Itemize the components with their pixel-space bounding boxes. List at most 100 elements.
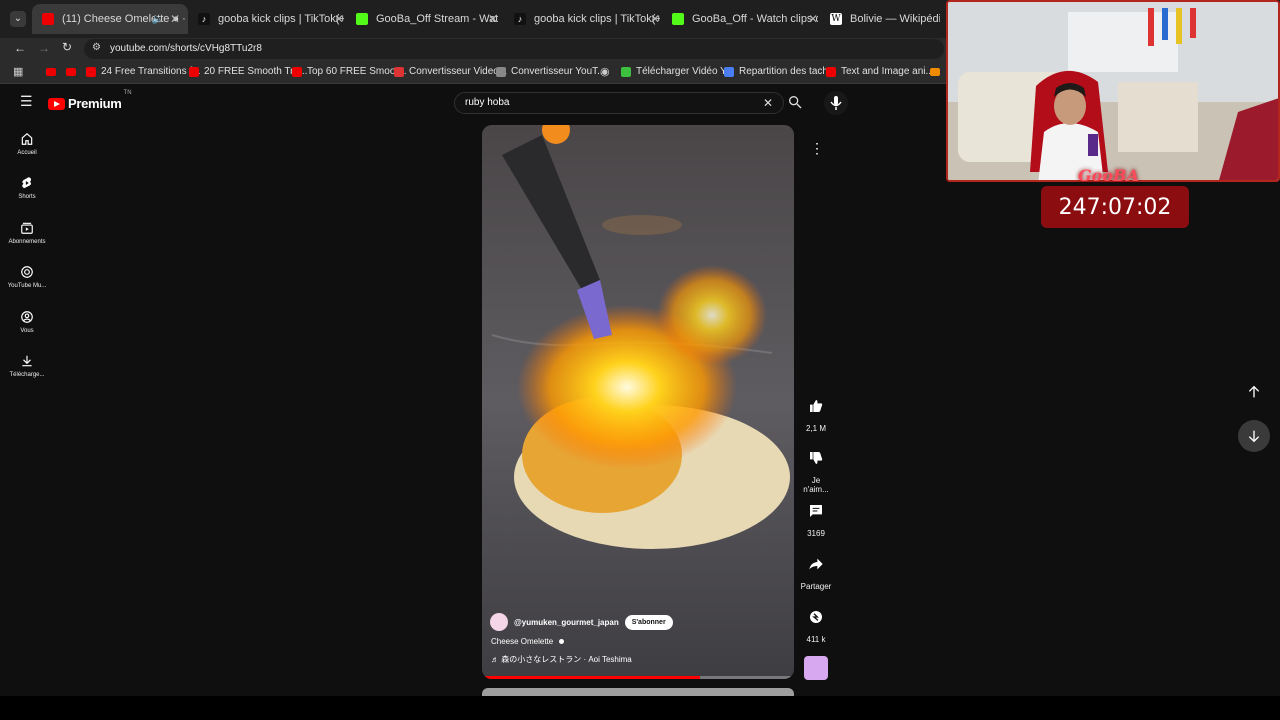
share-button[interactable]: Partager (798, 550, 834, 591)
menu-icon[interactable]: ☰ (20, 93, 33, 110)
next-short-preview (482, 688, 794, 696)
like-button[interactable]: 2,1 M (798, 392, 834, 433)
close-icon[interactable]: ✕ (170, 12, 180, 26)
close-icon[interactable]: ✕ (488, 12, 498, 26)
kick-favicon-icon (356, 13, 368, 25)
dislike-label: Je n'aim... (803, 476, 829, 494)
download-icon (22, 355, 32, 367)
youtube-favicon-icon (292, 66, 302, 77)
sidebar-item-youtube-music[interactable]: YouTube Mu... (4, 265, 50, 289)
close-icon[interactable]: ✕ (650, 12, 660, 26)
bookmark-item[interactable]: 24 Free Transitions f... (86, 66, 201, 77)
tab-title: GooBa_Off - Watch clips on Kic (692, 13, 818, 25)
webcam-overlay (946, 0, 1280, 182)
progress-track[interactable] (482, 676, 794, 679)
bookmark-item[interactable]: Repartition des tach... (724, 66, 836, 77)
more-options-icon[interactable]: ⋮ (810, 140, 824, 157)
tab-title: gooba kick clips | TikTok(+99) (218, 13, 344, 25)
close-icon[interactable]: ✕ (808, 12, 818, 26)
dislike-button[interactable]: Je n'aim... (798, 444, 834, 494)
subscriptions-icon (21, 222, 33, 234)
search-box[interactable]: ✕ (454, 92, 784, 114)
tab-list-chevron-icon[interactable]: ⌄ (10, 11, 26, 27)
voice-search-icon[interactable] (824, 91, 848, 115)
comments-button[interactable]: 3169 (798, 497, 834, 538)
bookmark-item[interactable]: Top 60 FREE Smoot... (292, 66, 407, 77)
progress-fill (482, 676, 701, 679)
sidebar-item-shorts[interactable]: Shorts (4, 176, 50, 200)
short-video-player[interactable]: @yumuken_gourmet_japan S'abonner Cheese … (482, 125, 794, 679)
url-field[interactable]: ⚙ youtube.com/shorts/cVHg8TTu2r8 (84, 39, 944, 59)
sidebar-item-abonnements[interactable]: Abonnements (4, 221, 50, 245)
bookmark-item[interactable]: Text and Image ani... (826, 66, 934, 77)
kick-favicon-icon (672, 13, 684, 25)
tab-kick-stream[interactable]: GooBa_Off Stream - Watch Live ✕ (356, 8, 498, 30)
bookmark-item[interactable]: Convertisseur Video... (394, 66, 507, 77)
streamer-name: GooBA (1078, 166, 1139, 185)
like-count: 2,1 M (805, 424, 826, 433)
video-frame (482, 125, 794, 679)
logo-text: Premium (68, 96, 122, 111)
bookmark-youtube-icon[interactable] (46, 68, 56, 76)
tab-title: gooba kick clips | TikTok(+99) (534, 13, 660, 25)
remix-count: 411 k (806, 635, 826, 644)
tab-tiktok-2[interactable]: ♪ gooba kick clips | TikTok(+99) ✕ (514, 8, 660, 30)
sidebar-item-accueil[interactable]: Accueil (4, 132, 50, 156)
tiktok-favicon-icon: ♪ (198, 13, 210, 25)
arrow-down-icon (1248, 430, 1260, 443)
download-favicon-icon (621, 66, 631, 77)
speaker-icon: 🔈 (151, 13, 164, 25)
clear-search-icon[interactable]: ✕ (763, 96, 773, 110)
remix-button[interactable]: 411 k (798, 603, 834, 644)
next-short-button[interactable] (1238, 420, 1270, 452)
bookmark-item[interactable]: 20 FREE Smooth Tra... (189, 66, 307, 77)
channel-name[interactable]: @yumuken_gourmet_japan (514, 618, 619, 627)
close-icon[interactable]: ✕ (334, 12, 344, 26)
comment-count: 3169 (807, 529, 825, 538)
tab-tiktok-1[interactable]: ♪ gooba kick clips | TikTok(+99) ✕ (198, 8, 344, 30)
apps-grid-icon[interactable]: ▦ (13, 65, 23, 78)
sound-thumbnail[interactable] (804, 656, 828, 680)
bookmark-overflow-icon[interactable] (930, 68, 940, 76)
tab-title: Bolivie — Wikipédia (850, 13, 940, 25)
home-icon (21, 132, 33, 145)
shorts-icon (22, 177, 32, 189)
thumbs-up-icon (810, 400, 823, 412)
share-label: Partager (800, 582, 832, 591)
remix-icon (810, 611, 822, 623)
youtube-play-icon (48, 97, 65, 110)
tab-youtube-short[interactable]: (11) Cheese Omelette ● · Y 🔈 ✕ (32, 4, 188, 34)
previous-short-button[interactable] (1238, 376, 1270, 408)
bookmark-item[interactable]: Télécharger Vidéo Y... (621, 66, 734, 77)
youtube-favicon-icon (189, 66, 199, 77)
reload-icon[interactable]: ↻ (62, 40, 72, 54)
site-info-icon[interactable]: ⚙ (92, 42, 101, 53)
tab-kick-clips[interactable]: GooBa_Off - Watch clips on Kic ✕ (672, 8, 818, 30)
bookmark-item[interactable]: Convertisseur YouT... (496, 66, 606, 77)
search-input[interactable] (465, 97, 745, 108)
youtube-music-icon (21, 266, 33, 278)
account-icon (21, 311, 33, 323)
short-title: Cheese Omelette (491, 637, 564, 646)
stream-timer: 247:07:02 (1041, 186, 1189, 228)
tab-wikipedia[interactable]: W Bolivie — Wikipédia (830, 8, 940, 30)
avatar[interactable] (490, 613, 508, 631)
subscribe-button[interactable]: S'abonner (624, 614, 673, 630)
search-icon[interactable] (787, 94, 803, 110)
youtube-logo[interactable]: Premium TN (48, 90, 132, 111)
docs-favicon-icon (724, 66, 734, 77)
tiktok-favicon-icon: ♪ (514, 13, 526, 25)
youtube-favicon-icon (826, 66, 836, 77)
sidebar-item-telechargements[interactable]: Télécharge... (4, 354, 50, 378)
convertisseur-favicon-icon (394, 66, 404, 77)
wikipedia-favicon-icon: W (830, 13, 842, 25)
logo-country: TN (123, 90, 132, 96)
globe-icon[interactable]: ◉ (600, 65, 610, 78)
forward-icon[interactable]: → (38, 41, 50, 55)
music-row[interactable]: ♬ 森の小さなレストラン · Aoi Teshima (491, 654, 632, 665)
channel-row: @yumuken_gourmet_japan S'abonner (490, 613, 673, 631)
bookmark-youtube-icon[interactable] (66, 68, 76, 76)
sidebar-item-vous[interactable]: Vous (4, 310, 50, 334)
back-icon[interactable]: ← (14, 41, 26, 55)
comment-icon (810, 505, 822, 517)
